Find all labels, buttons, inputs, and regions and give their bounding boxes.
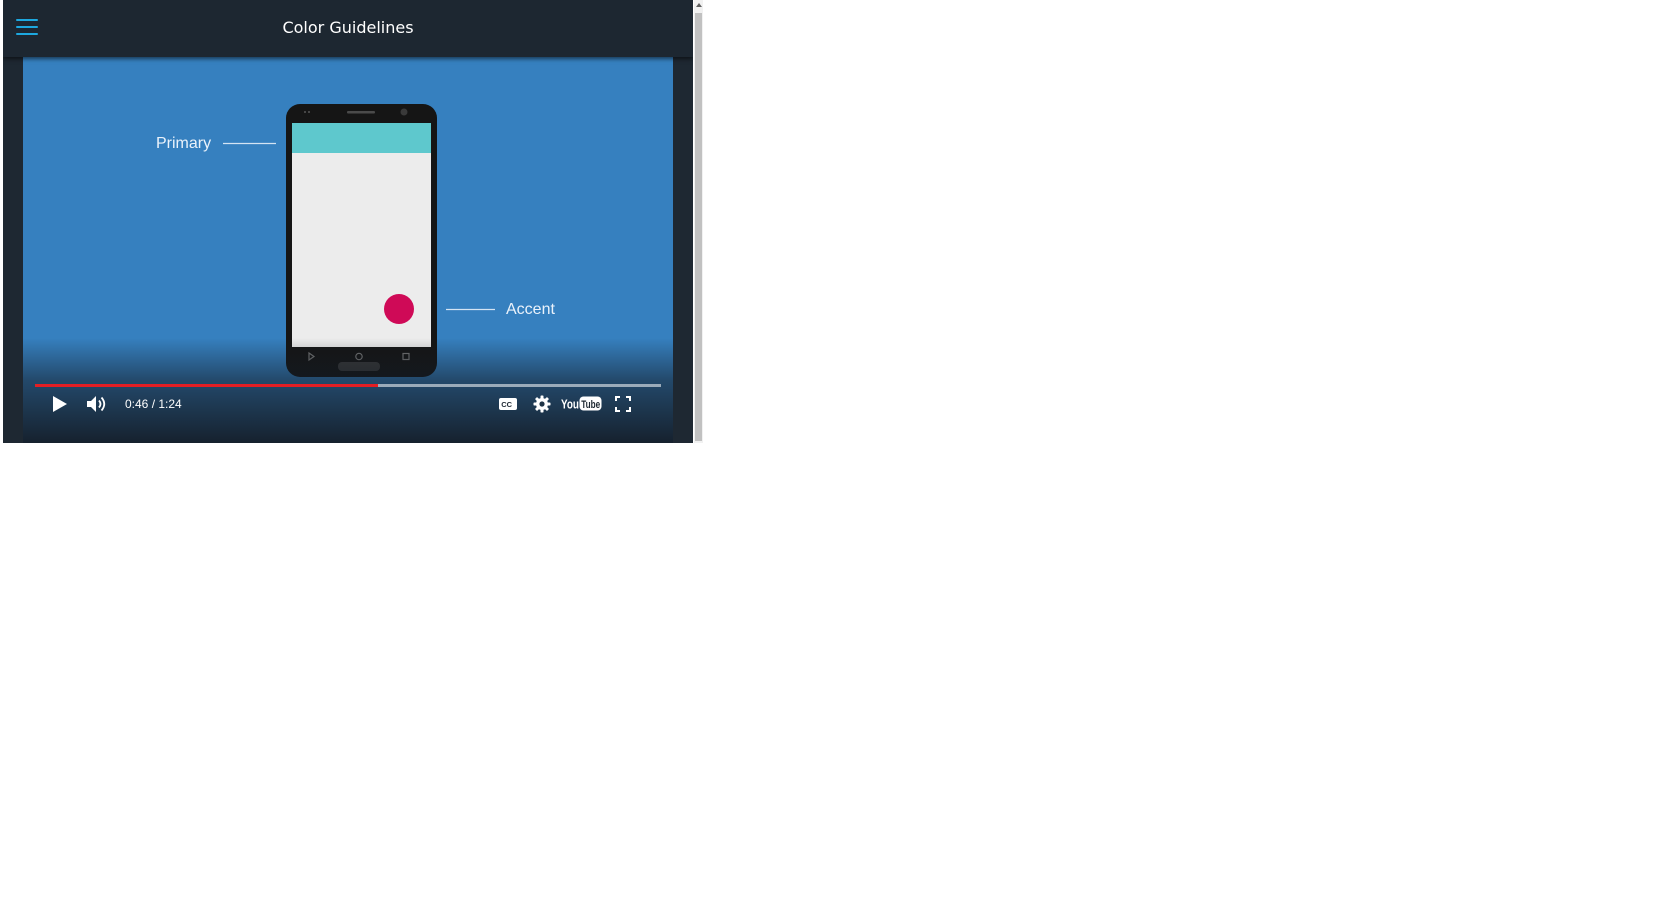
time-display: 0:46 / 1:24 — [125, 397, 182, 411]
gear-icon[interactable] — [533, 395, 551, 413]
page-title: Color Guidelines — [282, 18, 414, 37]
primary-label: Primary — [156, 135, 211, 152]
svg-text:CC: CC — [501, 400, 512, 409]
volume-icon[interactable] — [85, 393, 109, 415]
closed-captions-icon[interactable]: CC — [498, 396, 518, 412]
play-icon[interactable] — [48, 393, 70, 415]
svg-text:Tube: Tube — [581, 399, 600, 411]
youtube-logo[interactable]: You Tube — [561, 394, 603, 414]
scroll-thumb[interactable] — [695, 13, 702, 441]
scroll-up-arrow-icon[interactable] — [696, 3, 702, 7]
controls-overlay — [23, 338, 673, 443]
progress-bar[interactable] — [35, 384, 661, 387]
primary-color-bar — [292, 123, 431, 153]
progress-played — [35, 384, 379, 387]
app-header: Color Guidelines — [3, 0, 693, 57]
accent-label: Accent — [506, 301, 555, 318]
app-window: Color Guidelines Primary Accent 0:46 / 1… — [3, 0, 693, 443]
fullscreen-icon[interactable] — [615, 396, 631, 412]
vertical-scrollbar[interactable] — [694, 0, 703, 443]
phone-illustration — [286, 104, 437, 377]
accent-fab-circle — [384, 294, 414, 324]
svg-text:You: You — [561, 398, 579, 412]
video-player[interactable]: Primary Accent 0:46 / 1:24 CC You Tube — [23, 57, 673, 443]
